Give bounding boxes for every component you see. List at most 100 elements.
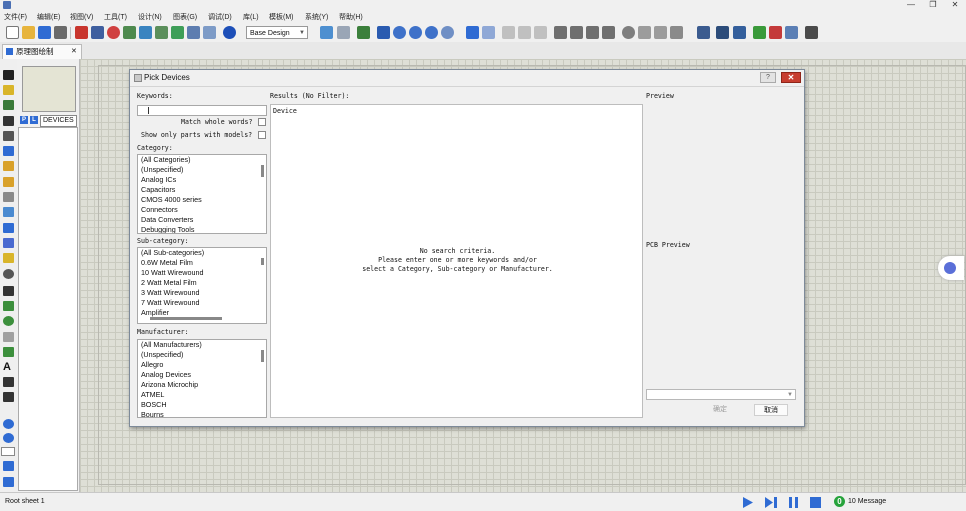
library-icon[interactable]: [203, 26, 216, 39]
zoom-out-icon[interactable]: [409, 26, 422, 39]
search-tag-icon[interactable]: [716, 26, 729, 39]
mirror-horizontal-icon[interactable]: [3, 461, 14, 471]
pan-icon[interactable]: [377, 26, 390, 39]
device-list[interactable]: [18, 127, 78, 491]
dialog-close-button[interactable]: ✕: [781, 72, 801, 83]
dialog-help-button[interactable]: ?: [760, 72, 776, 83]
list-item[interactable]: Connectors: [138, 205, 266, 215]
menu-design[interactable]: 设计(N): [138, 12, 162, 23]
undo-icon[interactable]: [466, 26, 479, 39]
list-item[interactable]: (All Sub-categories): [138, 248, 266, 258]
menu-template[interactable]: 模板(M): [269, 12, 294, 23]
results-table[interactable]: Device No search criteria. Please enter …: [270, 104, 643, 418]
list-item[interactable]: (All Manufacturers): [138, 340, 266, 350]
component-mode-icon[interactable]: [3, 85, 14, 95]
symbol-icon[interactable]: [3, 377, 14, 387]
menu-edit[interactable]: 编辑(E): [37, 12, 60, 23]
bom-icon[interactable]: [171, 26, 184, 39]
list-item[interactable]: Bourns: [138, 410, 266, 417]
list-item[interactable]: BOSCH: [138, 400, 266, 410]
list-item[interactable]: (Unspecified): [138, 165, 266, 175]
list-item[interactable]: 2 Watt Metal Film: [138, 278, 266, 288]
grid-icon[interactable]: [337, 26, 350, 39]
open-folder-icon[interactable]: [22, 26, 35, 39]
tab-close-icon[interactable]: ✕: [71, 45, 77, 59]
list-item[interactable]: 0.6W Metal Film: [138, 258, 266, 268]
close-window-button[interactable]: ✕: [946, 0, 964, 10]
source-code-icon[interactable]: [187, 26, 200, 39]
menu-debug[interactable]: 调试(D): [208, 12, 232, 23]
virtual-instrument-icon[interactable]: [3, 269, 14, 279]
design-mode-select[interactable]: Base Design ▼: [246, 26, 308, 39]
list-item[interactable]: Allegro: [138, 360, 266, 370]
origin-icon[interactable]: [357, 26, 370, 39]
rotate-ccw-icon[interactable]: [3, 433, 14, 443]
menu-view[interactable]: 视图(V): [70, 12, 93, 23]
bus-icon[interactable]: [3, 146, 14, 156]
library-manager-button[interactable]: L: [30, 116, 38, 124]
help-icon[interactable]: [223, 26, 236, 39]
list-item[interactable]: Arizona Microchip: [138, 380, 266, 390]
pin-icon[interactable]: [3, 192, 14, 202]
redo-icon[interactable]: [482, 26, 495, 39]
play-icon[interactable]: [742, 497, 753, 508]
rotation-angle-field[interactable]: [1, 447, 15, 456]
mirror-vertical-icon[interactable]: [3, 477, 14, 487]
tab-schematic-capture[interactable]: 原理图绘制 ✕: [2, 44, 82, 59]
design-explorer-icon[interactable]: [155, 26, 168, 39]
pcb-icon[interactable]: [107, 26, 120, 39]
graph-icon[interactable]: [3, 207, 14, 217]
home-icon[interactable]: [75, 26, 88, 39]
subcategory-list[interactable]: (All Sub-categories) 0.6W Metal Film 10 …: [137, 247, 267, 324]
new-sheet-icon[interactable]: [753, 26, 766, 39]
close-project-icon[interactable]: [54, 26, 67, 39]
menu-file[interactable]: 文件(F): [4, 12, 27, 23]
subcircuit-icon[interactable]: [3, 161, 14, 171]
show-only-models-checkbox[interactable]: [258, 131, 266, 139]
manufacturer-scrollbar[interactable]: [261, 350, 264, 362]
floating-assistant-button[interactable]: [938, 256, 964, 280]
list-item[interactable]: 7 Watt Wirewound: [138, 298, 266, 308]
save-icon[interactable]: [38, 26, 51, 39]
zoom-all-icon[interactable]: [425, 26, 438, 39]
menu-help[interactable]: 帮助(H): [339, 12, 363, 23]
schematic-icon[interactable]: [91, 26, 104, 39]
list-item[interactable]: (Unspecified): [138, 350, 266, 360]
category-scrollbar[interactable]: [261, 165, 264, 177]
arc-icon[interactable]: [3, 332, 14, 342]
property-assign-icon[interactable]: [733, 26, 746, 39]
tape-recorder-icon[interactable]: [3, 223, 14, 233]
pause-icon[interactable]: [788, 497, 799, 508]
junction-icon[interactable]: [3, 100, 14, 110]
menu-system[interactable]: 系统(Y): [305, 12, 328, 23]
block-delete-icon[interactable]: [602, 26, 615, 39]
menu-library[interactable]: 库(L): [243, 12, 259, 23]
paste-icon[interactable]: [534, 26, 547, 39]
refresh-icon[interactable]: [320, 26, 333, 39]
decompose-icon[interactable]: [670, 26, 683, 39]
minimize-button[interactable]: —: [902, 0, 920, 10]
make-device-icon[interactable]: [638, 26, 651, 39]
menu-tools[interactable]: 工具(T): [104, 12, 127, 23]
manufacturer-list[interactable]: (All Manufacturers) (Unspecified) Allegr…: [137, 339, 267, 418]
3d-view-icon[interactable]: [123, 26, 136, 39]
list-item[interactable]: Capacitors: [138, 185, 266, 195]
maximize-button[interactable]: ❐: [924, 0, 942, 10]
step-icon[interactable]: [765, 497, 777, 508]
subcategory-hscrollbar[interactable]: [150, 317, 222, 320]
zoom-in-icon[interactable]: [393, 26, 406, 39]
category-list[interactable]: (All Categories) (Unspecified) Analog IC…: [137, 154, 267, 234]
list-item[interactable]: ATMEL: [138, 390, 266, 400]
block-rotate-icon[interactable]: [586, 26, 599, 39]
pick-devices-button[interactable]: P: [20, 116, 28, 124]
cut-icon[interactable]: [502, 26, 515, 39]
pick-device-icon[interactable]: [622, 26, 635, 39]
gerber-icon[interactable]: [139, 26, 152, 39]
block-move-icon[interactable]: [570, 26, 583, 39]
wire-autorouter-icon[interactable]: [697, 26, 710, 39]
results-column-device[interactable]: Device: [273, 106, 297, 116]
marker-icon[interactable]: [3, 392, 14, 402]
text-icon[interactable]: A: [3, 362, 14, 373]
menu-graph[interactable]: 图表(G): [173, 12, 197, 23]
generator-icon[interactable]: [3, 238, 14, 248]
